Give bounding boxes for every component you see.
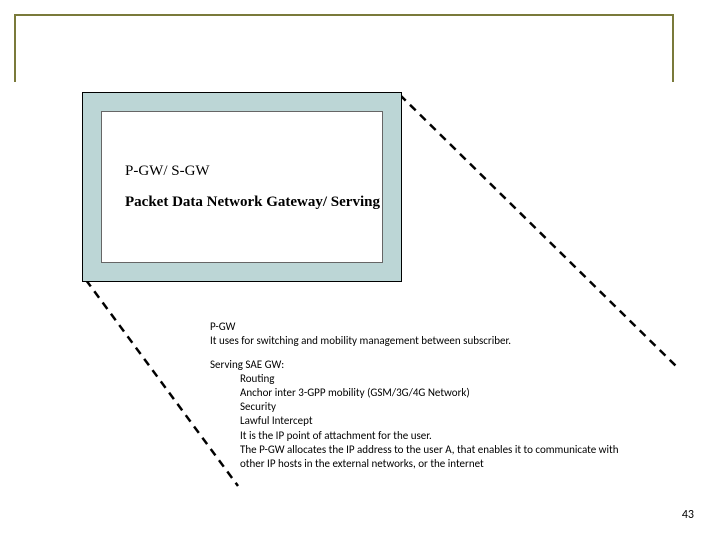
sae-item: Anchor inter 3-GPP mobility (GSM/3G/4G N… — [240, 386, 630, 400]
sae-item: Lawful Intercept — [240, 414, 630, 428]
gateway-box: P-GW/ S-GW Packet Data Network Gateway/ … — [82, 92, 402, 282]
pgw-text: It uses for switching and mobility manag… — [210, 334, 630, 348]
slide-frame — [14, 14, 674, 82]
sae-item: Routing — [240, 372, 630, 386]
box-subtitle: Packet Data Network Gateway/ Serving — [125, 194, 380, 211]
page-number: 43 — [682, 508, 694, 522]
description-block: P-GW It uses for switching and mobility … — [210, 320, 630, 471]
sae-item: Security — [240, 400, 630, 414]
sae-item: It is the IP point of attachment for the… — [240, 429, 630, 443]
box-title: P-GW/ S-GW — [125, 163, 210, 180]
sae-item: The P-GW allocates the IP address to the… — [240, 443, 630, 471]
pgw-heading: P-GW — [210, 320, 630, 334]
sae-heading: Serving SAE GW: — [210, 358, 630, 372]
gateway-box-inner: P-GW/ S-GW Packet Data Network Gateway/ … — [101, 111, 383, 263]
